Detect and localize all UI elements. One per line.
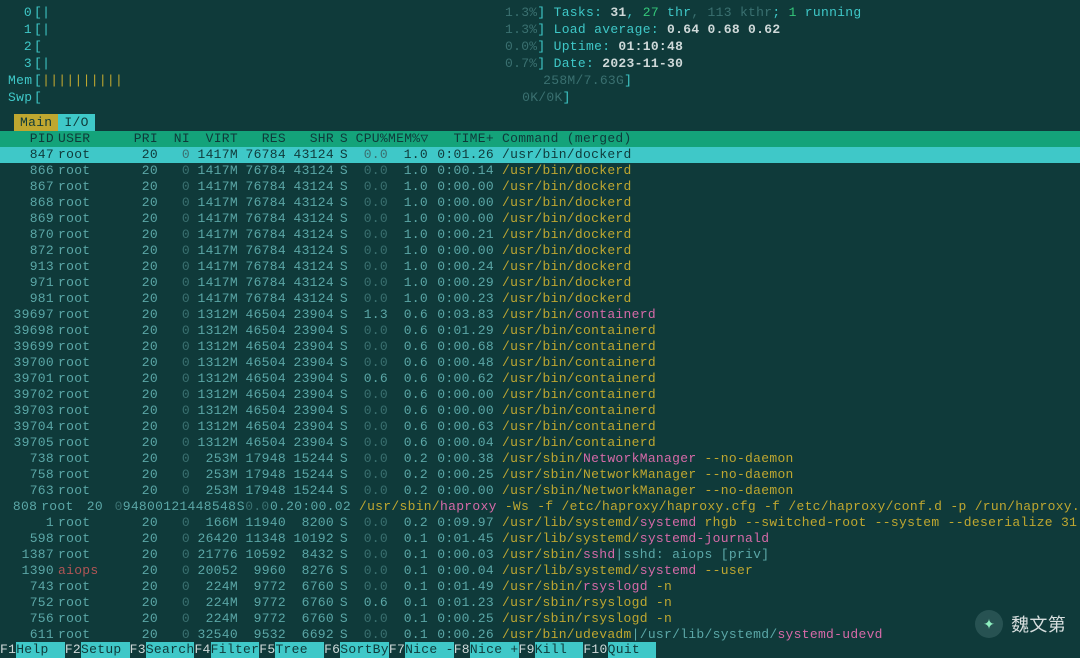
footer-action[interactable]: Setup xyxy=(81,642,130,658)
tabs: MainI/O xyxy=(0,114,1080,131)
watermark: ✦ 魏文第 xyxy=(975,610,1066,638)
process-row[interactable]: 39702root2001312M4650423904S0.00.60:00.0… xyxy=(0,387,1080,403)
process-row[interactable]: 1387root20021776105928432S0.00.10:00.03/… xyxy=(0,547,1080,563)
footer-action[interactable]: Nice + xyxy=(470,642,519,658)
process-row[interactable]: 868root2001417M7678443124S0.01.00:00.00/… xyxy=(0,195,1080,211)
process-row[interactable]: 39699root2001312M4650423904S0.00.60:00.6… xyxy=(0,339,1080,355)
footer-action[interactable]: Nice - xyxy=(405,642,454,658)
process-row[interactable]: 738root200253M1794815244S0.00.20:00.38/u… xyxy=(0,451,1080,467)
tab-io[interactable]: I/O xyxy=(58,114,94,131)
footer-action[interactable]: Kill xyxy=(535,642,584,658)
process-row[interactable]: 971root2001417M7678443124S0.01.00:00.29/… xyxy=(0,275,1080,291)
footer-action[interactable]: Quit xyxy=(608,642,657,658)
process-row[interactable]: 39700root2001312M4650423904S0.00.60:00.4… xyxy=(0,355,1080,371)
footer-action[interactable]: Tree xyxy=(275,642,324,658)
process-row[interactable]: 752root200224M97726760S0.60.10:01.23/usr… xyxy=(0,595,1080,611)
process-row[interactable]: 847root2001417M7678443124S0.01.00:01.26/… xyxy=(0,147,1080,163)
process-row[interactable]: 867root2001417M7678443124S0.01.00:00.00/… xyxy=(0,179,1080,195)
process-list[interactable]: 847root2001417M7678443124S0.01.00:01.26/… xyxy=(0,147,1080,643)
process-row[interactable]: 743root200224M97726760S0.00.10:01.49/usr… xyxy=(0,579,1080,595)
process-row[interactable]: 611root2003254095326692S0.00.10:00.26/us… xyxy=(0,627,1080,643)
process-row[interactable]: 39704root2001312M4650423904S0.00.60:00.6… xyxy=(0,419,1080,435)
process-row[interactable]: 39701root2001312M4650423904S0.60.60:00.6… xyxy=(0,371,1080,387)
process-row[interactable]: 866root2001417M7678443124S0.01.00:00.14/… xyxy=(0,163,1080,179)
column-header[interactable]: PIDUSERPRINIVIRTRESSHRSCPU%MEM%▽TIME+Com… xyxy=(0,131,1080,147)
process-row[interactable]: 39703root2001312M4650423904S0.00.60:00.0… xyxy=(0,403,1080,419)
process-row[interactable]: 1root200166M119408200S0.00.20:09.97/usr/… xyxy=(0,515,1080,531)
process-row[interactable]: 913root2001417M7678443124S0.01.00:00.24/… xyxy=(0,259,1080,275)
tab-main[interactable]: Main xyxy=(14,114,58,131)
process-row[interactable]: 981root2001417M7678443124S0.01.00:00.23/… xyxy=(0,291,1080,307)
wechat-icon: ✦ xyxy=(975,610,1003,638)
footer-action[interactable]: Search xyxy=(146,642,195,658)
footer-action[interactable]: Help xyxy=(16,642,65,658)
process-row[interactable]: 870root2001417M7678443124S0.01.00:00.21/… xyxy=(0,227,1080,243)
process-row[interactable]: 598root200264201134810192S0.00.10:01.45/… xyxy=(0,531,1080,547)
process-row[interactable]: 756root200224M97726760S0.00.10:00.25/usr… xyxy=(0,611,1080,627)
system-stats: 1.3%] Tasks: 31, 27 thr, 113 kthr; 1 run… xyxy=(505,4,861,72)
process-row[interactable]: 869root2001417M7678443124S0.01.00:00.00/… xyxy=(0,211,1080,227)
process-row[interactable]: 758root200253M1794815244S0.00.20:00.25/u… xyxy=(0,467,1080,483)
mem-meter: Mem [|||||||||| 258M/7.63G] xyxy=(8,72,1072,89)
process-row[interactable]: 808root20094800121448548S0.00.20:00.02/u… xyxy=(0,499,1080,515)
process-row[interactable]: 39697root2001312M4650423904S1.30.60:03.8… xyxy=(0,307,1080,323)
swp-meter: Swp [ 0K/0K] xyxy=(8,89,1072,106)
process-row[interactable]: 1390aiops2002005299608276S0.00.10:00.04/… xyxy=(0,563,1080,579)
footer-bar: F1Help F2Setup F3SearchF4FilterF5Tree F6… xyxy=(0,642,1080,658)
process-row[interactable]: 872root2001417M7678443124S0.01.00:00.00/… xyxy=(0,243,1080,259)
footer-action[interactable]: Filter xyxy=(211,642,260,658)
footer-action[interactable]: SortBy xyxy=(340,642,389,658)
process-row[interactable]: 39698root2001312M4650423904S0.00.60:01.2… xyxy=(0,323,1080,339)
process-row[interactable]: 763root200253M1794815244S0.00.20:00.00/u… xyxy=(0,483,1080,499)
process-row[interactable]: 39705root2001312M4650423904S0.00.60:00.0… xyxy=(0,435,1080,451)
